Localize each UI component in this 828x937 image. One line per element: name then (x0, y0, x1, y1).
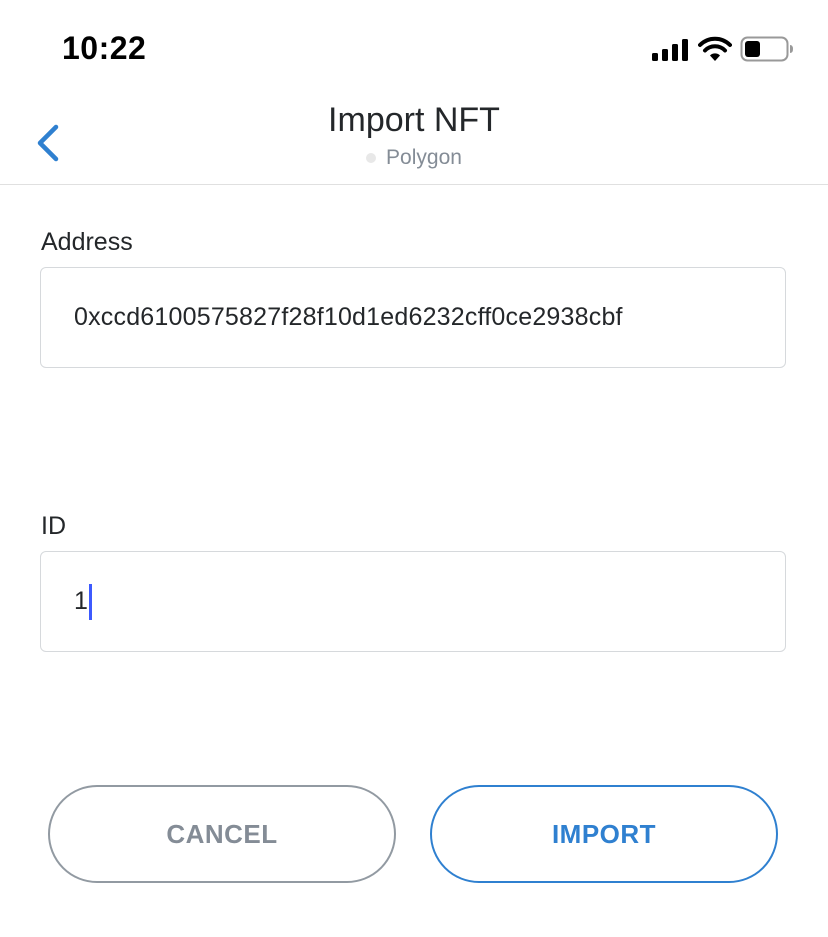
status-time: 10:22 (62, 30, 147, 66)
battery-icon (740, 36, 794, 67)
cancel-button-label: CANCEL (166, 818, 278, 849)
network-status-dot (366, 153, 377, 163)
text-caret (88, 583, 92, 620)
cancel-button[interactable]: CANCEL (48, 785, 396, 883)
import-button[interactable]: IMPORT (430, 785, 778, 883)
network-name: Polygon (386, 146, 462, 169)
status-bar: 10:22 (0, 0, 828, 100)
nav-header: Import NFT Polygon (0, 100, 828, 185)
address-label: Address (41, 228, 133, 256)
cellular-signal-icon (652, 38, 690, 67)
id-input[interactable]: 1 (40, 551, 786, 652)
id-input-value: 1 (74, 587, 88, 615)
import-button-label: IMPORT (551, 818, 657, 849)
address-input-value: 0xccd6100575827f28f10d1ed6232cff0ce2938c… (74, 303, 623, 331)
page-title: Import NFT (328, 101, 500, 139)
id-label: ID (41, 512, 66, 540)
network-indicator: Polygon (0, 146, 828, 170)
address-input[interactable]: 0xccd6100575827f28f10d1ed6232cff0ce2938c… (40, 267, 786, 368)
wifi-icon (698, 36, 732, 67)
